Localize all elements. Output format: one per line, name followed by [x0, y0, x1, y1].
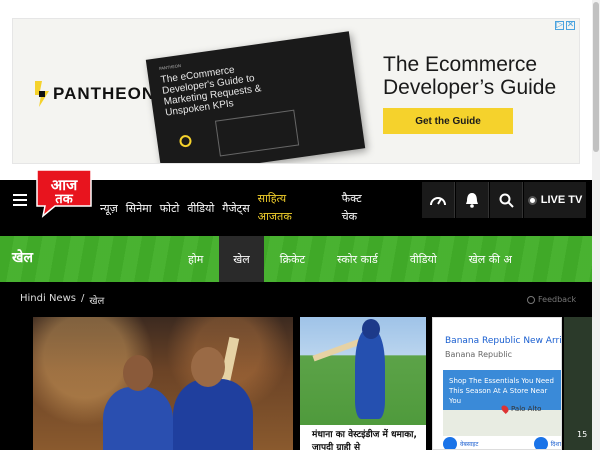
tab-khel[interactable]: खेल [219, 236, 264, 282]
nav-item-photo[interactable]: फोटो [160, 201, 180, 216]
next-card-edge[interactable]: 15 [564, 317, 592, 450]
fact-label: फैक्ट [341, 192, 362, 205]
sahitya-label: साहित्य [257, 192, 287, 205]
nav-item-video[interactable]: वीडियो [187, 201, 214, 216]
globe-icon [443, 437, 457, 449]
tab-video[interactable]: वीडियो [394, 236, 453, 282]
tab-cricket[interactable]: क्रिकेट [264, 236, 321, 282]
side-ad-actions: वेबसाइट दिशा [443, 436, 561, 449]
ad-choices[interactable]: ▷ ✕ [555, 21, 575, 30]
section-nav: खेल होम खेल क्रिकेट स्कोर कार्ड वीडियो ख… [0, 236, 592, 282]
lead-story-image[interactable] [33, 317, 293, 450]
live-tv-label: LIVE TV [540, 194, 583, 206]
svg-text:तक: तक [54, 192, 73, 207]
player-right-head [191, 347, 225, 387]
aajtak-logo[interactable]: आज तक [33, 168, 95, 218]
hamburger-menu-icon[interactable] [13, 194, 27, 206]
aajtak-label: आजतक [257, 210, 292, 223]
podcast-button[interactable] [422, 182, 455, 218]
directions-icon [533, 437, 548, 449]
nav-items: न्यूज़ सिनेमा फोटो वीडियो गैजेट्स साहित्… [100, 180, 390, 236]
batter-figure [355, 329, 385, 419]
ad-headline-line1: The Ecommerce [383, 53, 538, 76]
website-label: वेबसाइट [460, 441, 479, 448]
nav-item-fact-check[interactable]: फैक्ट चेक [342, 190, 382, 226]
check-label: चेक [341, 210, 358, 223]
tab-home[interactable]: होम [172, 236, 219, 282]
live-tv-button[interactable]: LIVE TV [524, 182, 586, 218]
breadcrumb-separator: / [80, 293, 85, 304]
feedback-label: Feedback [538, 295, 577, 304]
story-card[interactable]: मंधाना का वेस्टइंडीज में धमाका, जापदी ग्… [300, 317, 426, 450]
page: ▷ ✕ PANTHEON PANTHEON The eCommerce Deve… [0, 0, 600, 450]
directions-button[interactable]: दिशा [533, 437, 561, 449]
player-right [173, 379, 253, 450]
notification-button[interactable] [456, 182, 489, 218]
nav-item-sahitya-aajtak[interactable]: साहित्य आजतक [258, 190, 322, 226]
location-label: Palo Alto [511, 405, 542, 413]
side-ad-title[interactable]: Banana Republic New Arrivals [445, 336, 561, 346]
close-icon[interactable]: ✕ [566, 21, 575, 30]
tab-more[interactable]: खेल की अ [453, 236, 528, 282]
map-pin-icon [500, 404, 510, 414]
feedback-icon [527, 295, 535, 304]
nav-item-news[interactable]: न्यूज़ [100, 201, 118, 216]
location-pin: Palo Alto [500, 404, 542, 414]
directions-label: दिशा [550, 441, 561, 448]
website-button[interactable]: वेबसाइट [443, 437, 479, 449]
batter-helmet [362, 319, 380, 339]
ad-headline: The Ecommerce Developer’s Guide [383, 53, 556, 99]
ad-headline-line2: Developer’s Guide [383, 76, 557, 99]
player-left-head [123, 355, 153, 391]
brand-name: PANTHEON [53, 84, 156, 103]
side-ad-map[interactable] [443, 410, 561, 436]
live-dot-icon [527, 195, 537, 205]
section-tabs: होम खेल क्रिकेट स्कोर कार्ड वीडियो खेल क… [172, 236, 528, 282]
book-dot-icon [178, 134, 193, 148]
edge-number: 15 [577, 430, 588, 439]
search-button[interactable] [490, 182, 523, 218]
book-figure [214, 109, 300, 157]
side-ad-subtitle: Banana Republic [445, 350, 513, 359]
get-guide-button[interactable]: Get the Guide [383, 108, 513, 134]
ad-banner[interactable]: ▷ ✕ PANTHEON PANTHEON The eCommerce Deve… [12, 18, 580, 164]
player-left [103, 387, 173, 450]
scrollbar-thumb[interactable] [593, 2, 599, 152]
search-icon [499, 193, 514, 208]
info-icon[interactable]: ▷ [555, 21, 564, 30]
breadcrumb-current: खेल [89, 296, 105, 307]
side-ad[interactable]: Banana Republic New Arrivals Banana Repu… [432, 317, 562, 450]
speedometer-icon [430, 197, 446, 206]
story-card-caption[interactable]: मंधाना का वेस्टइंडीज में धमाका, जापदी ग्… [312, 429, 420, 450]
feedback-link[interactable]: Feedback [527, 295, 576, 304]
tab-scorecard[interactable]: स्कोर कार्ड [321, 236, 394, 282]
section-title[interactable]: खेल [12, 248, 33, 267]
pantheon-bolt-icon [35, 81, 49, 107]
nav-item-cinema[interactable]: सिनेमा [126, 201, 152, 216]
bell-icon [466, 193, 478, 208]
nav-icons: LIVE TV [422, 180, 586, 236]
breadcrumb-home[interactable]: Hindi News [20, 293, 76, 307]
pantheon-logo: PANTHEON [35, 81, 155, 107]
page-scrollbar[interactable] [592, 0, 600, 450]
side-ad-message[interactable]: Shop The Essentials You Need This Season… [443, 370, 561, 410]
nav-item-gadgets[interactable]: गैजेट्स [222, 201, 249, 216]
breadcrumb: Hindi News / खेल [20, 293, 104, 307]
